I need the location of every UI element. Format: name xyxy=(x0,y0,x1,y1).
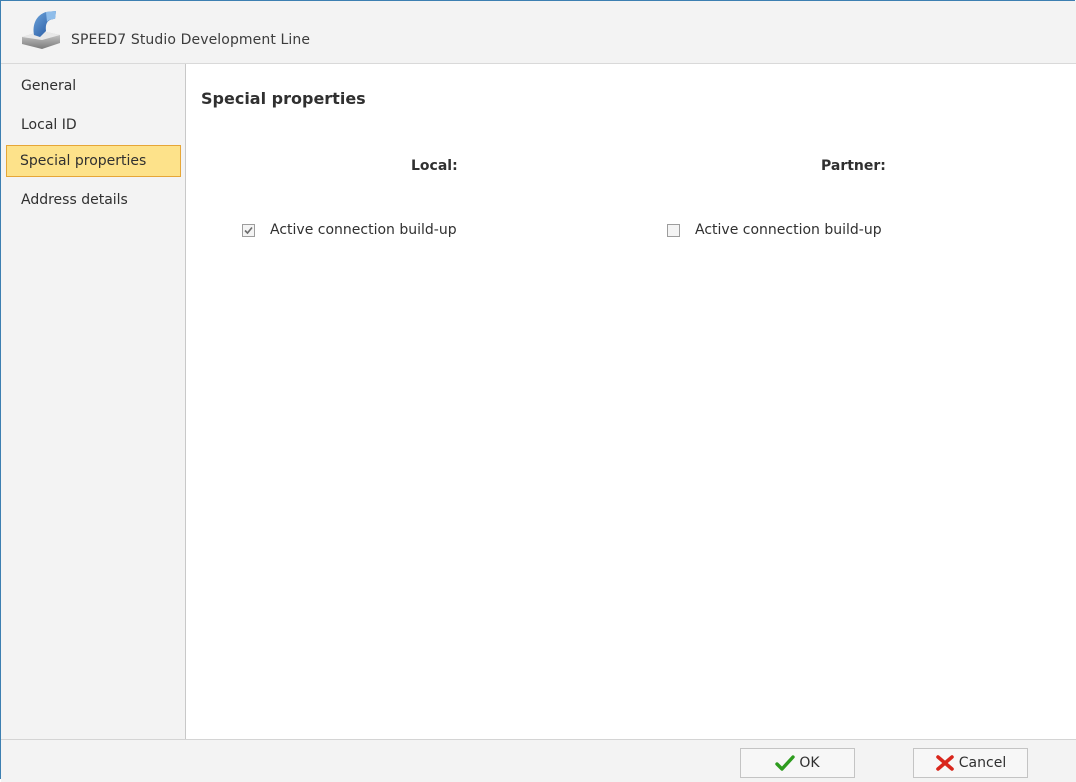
sidebar-item-special-properties[interactable]: Special properties xyxy=(6,145,181,177)
content-panel: Special properties Local: Partner: Activ… xyxy=(186,64,1076,739)
checkbox-checked-icon[interactable] xyxy=(242,223,255,237)
dialog-window: SPEED7 Studio Development Line General L… xyxy=(0,0,1076,782)
sidebar-item-local-id[interactable]: Local ID xyxy=(6,109,181,141)
partner-active-connection-label: Active connection build-up xyxy=(695,222,882,238)
local-active-connection-label: Active connection build-up xyxy=(270,222,457,238)
dialog-footer: OK Cancel xyxy=(1,739,1076,782)
section-title: Special properties xyxy=(201,89,366,108)
partner-heading: Partner: xyxy=(821,158,886,174)
ok-button[interactable]: OK xyxy=(740,748,855,778)
local-active-connection-checkbox[interactable]: Active connection build-up xyxy=(242,220,457,240)
speed7-logo-icon xyxy=(18,7,64,51)
title-bar: SPEED7 Studio Development Line xyxy=(1,1,1076,64)
sidebar-item-general[interactable]: General xyxy=(6,70,181,102)
sidebar-nav: General Local ID Special properties Addr… xyxy=(1,64,186,739)
red-x-icon xyxy=(935,754,955,772)
cancel-button[interactable]: Cancel xyxy=(913,748,1028,778)
partner-active-connection-checkbox[interactable]: Active connection build-up xyxy=(667,220,882,240)
window-title: SPEED7 Studio Development Line xyxy=(71,32,311,48)
local-heading: Local: xyxy=(411,158,458,174)
ok-label: OK xyxy=(799,755,820,771)
sidebar-item-address-details[interactable]: Address details xyxy=(6,184,181,216)
cancel-label: Cancel xyxy=(958,755,1007,771)
checkbox-unchecked-icon[interactable] xyxy=(667,223,680,237)
checkmark-icon xyxy=(775,754,796,772)
